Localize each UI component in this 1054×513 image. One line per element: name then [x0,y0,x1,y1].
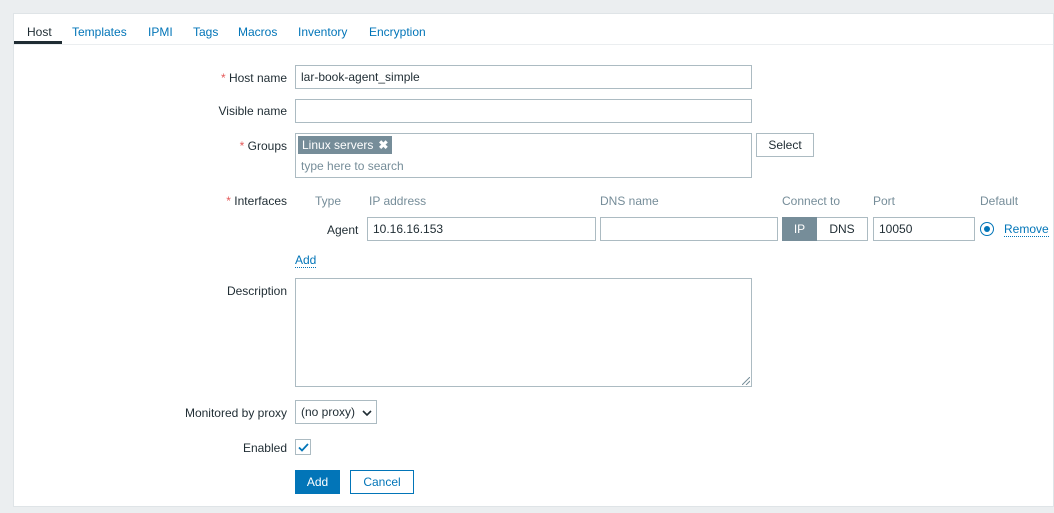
groups-search-placeholder[interactable]: type here to search [301,155,404,177]
interface-type-agent: Agent [327,223,359,237]
remove-tag-icon[interactable]: ✖ [378,138,388,152]
default-interface-radio[interactable] [980,222,994,236]
remove-interface-link[interactable]: Remove [1004,223,1049,237]
checkmark-icon [298,443,309,452]
host-form-panel: Host Templates IPMI Tags Macros Inventor… [13,13,1054,507]
proxy-select-value: (no proxy) [301,405,356,419]
description-label: Description [226,284,287,298]
dropdown-chevron-icon [362,410,372,416]
cancel-button[interactable]: Cancel [350,470,414,494]
resize-grip-icon[interactable] [742,377,750,385]
add-interface-link[interactable]: Add [295,254,317,268]
description-textarea[interactable] [295,278,752,387]
proxy-label: Monitored by proxy [184,406,287,420]
enabled-checkbox[interactable] [295,439,311,455]
interface-port-input[interactable]: 10050 [873,217,975,241]
interfaces-header-default: Default [980,194,1019,208]
connect-to-ip-toggle[interactable]: IP [782,217,817,241]
interfaces-header-ip: IP address [369,194,427,208]
visible-name-input[interactable] [295,99,752,123]
interface-dns-input[interactable] [600,217,778,241]
group-tag-linux-servers: Linux servers ✖ [298,136,393,154]
form-labels: * Host name Visible name * Groups * Inte… [14,14,287,506]
tab-inventory[interactable]: Inventory [298,25,347,39]
interface-ip-input[interactable]: 10.16.16.153 [367,217,596,241]
interfaces-header-type: Type [315,194,342,208]
interfaces-label: * Interfaces [226,194,287,208]
host-name-label: * Host name [220,71,287,85]
interfaces-header-connect: Connect to [782,194,841,208]
proxy-select[interactable]: (no proxy) [295,400,377,424]
host-name-input[interactable]: lar-book-agent_simple [295,65,752,89]
groups-multiselect[interactable]: Linux servers ✖ type here to search [295,133,752,178]
interfaces-header-port: Port [873,194,896,208]
groups-label: * Groups [239,139,287,153]
add-host-button[interactable]: Add [295,470,340,494]
visible-name-label: Visible name [218,104,287,118]
enabled-label: Enabled [242,441,287,455]
groups-select-button[interactable]: Select [756,133,814,157]
connect-to-dns-toggle[interactable]: DNS [817,217,868,241]
tab-encryption[interactable]: Encryption [369,25,426,39]
interfaces-header-dns: DNS name [600,194,659,208]
